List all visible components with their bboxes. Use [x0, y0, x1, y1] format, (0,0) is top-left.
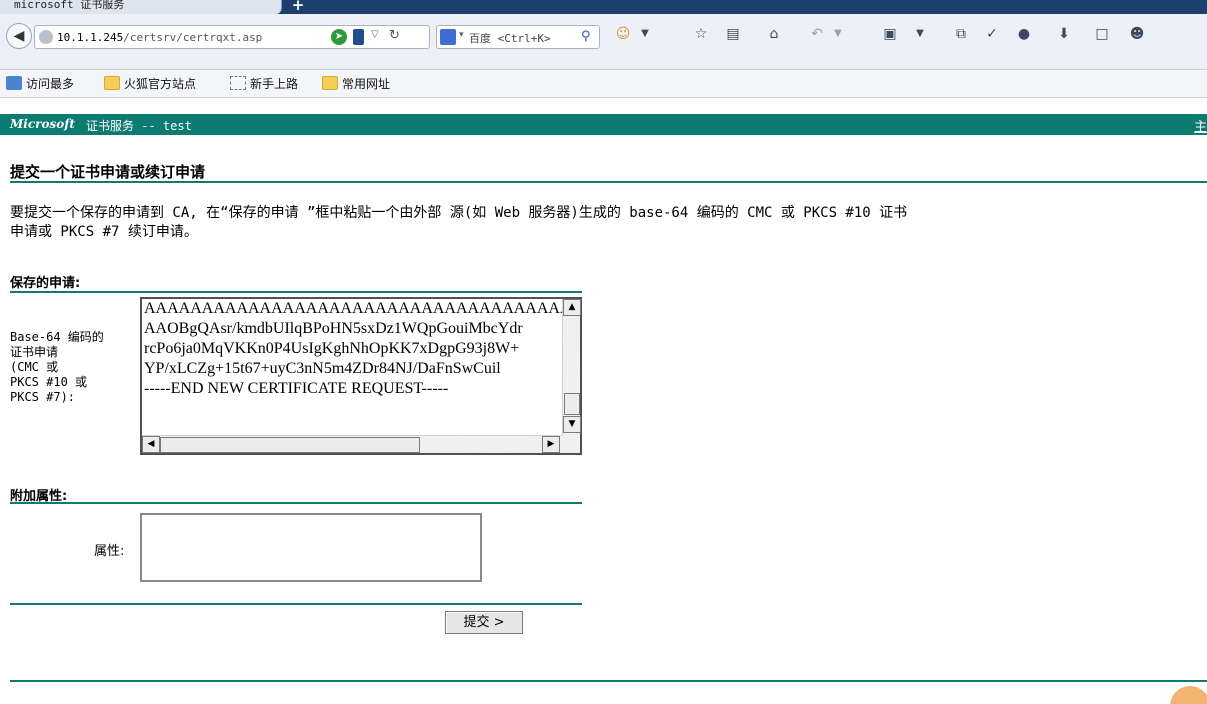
brand-header: Microsoft 证书服务 -- test 主: [0, 114, 1207, 135]
globe-icon: [39, 30, 53, 44]
saved-request-content[interactable]: AAAAAAAAAAAAAAAAAAAAAAAAAAAAAAAAAAAAAAAA…: [144, 299, 562, 435]
star-icon[interactable]: ☆: [692, 25, 710, 43]
crop-dropdown-icon[interactable]: ▼: [911, 25, 929, 43]
search-bar[interactable]: ▾ 百度 <Ctrl+K> ⚲: [436, 25, 600, 49]
attributes-divider: [10, 502, 582, 504]
url-path: /certsrv/certrqxt.asp: [123, 31, 263, 44]
footer-divider: [10, 680, 1207, 682]
undo-icon[interactable]: ↶: [808, 25, 826, 43]
resize-grip-icon[interactable]: [562, 435, 580, 453]
share-icon[interactable]: ⧉: [952, 25, 970, 43]
intro-line-1: 要提交一个保存的申请到 CA, 在“保存的申请 ”框中粘贴一个由外部 源(如 W…: [10, 205, 908, 221]
saved-request-divider: [10, 291, 582, 293]
bookmark-label: 常用网址: [342, 77, 391, 91]
mask-icon[interactable]: ●: [1015, 25, 1033, 43]
request-label: Base-64 编码的 证书申请 (CMC 或 PKCS #10 或 PKCS …: [10, 330, 104, 404]
vertical-scrollbar[interactable]: ▲ ▼: [562, 299, 581, 435]
page-icon[interactable]: [353, 29, 364, 45]
search-engine-dropdown-icon[interactable]: ▾: [459, 30, 464, 40]
page-title: 提交一个证书申请或续订申请: [10, 163, 206, 181]
new-tab-button[interactable]: +: [286, 0, 310, 14]
scroll-left-icon[interactable]: ◀: [142, 436, 160, 453]
bookmark-label: 火狐官方站点: [124, 77, 197, 91]
download-icon[interactable]: ⬇: [1055, 25, 1073, 43]
baidu-icon[interactable]: [440, 29, 456, 45]
go-icon[interactable]: ➤: [331, 29, 347, 45]
bookmark-common-urls[interactable]: 常用网址: [322, 75, 390, 93]
scroll-up-icon[interactable]: ▲: [563, 299, 581, 316]
saved-request-textarea[interactable]: AAAAAAAAAAAAAAAAAAAAAAAAAAAAAAAAAAAAAAAA…: [140, 297, 582, 455]
url-text[interactable]: 10.1.1.245/certsrv/certrqxt.asp: [57, 31, 262, 44]
scroll-down-icon[interactable]: ▼: [563, 416, 581, 433]
horizontal-scroll-thumb[interactable]: [160, 437, 420, 453]
back-arrow-icon: ◀: [13, 28, 25, 44]
bookmark-getting-started[interactable]: 新手上路: [230, 75, 298, 93]
scroll-right-icon[interactable]: ▶: [542, 436, 560, 453]
saved-request-heading: 保存的申请:: [10, 276, 81, 291]
crop-icon[interactable]: ▣: [881, 25, 899, 43]
home-icon[interactable]: ⌂: [765, 25, 783, 43]
brush-icon[interactable]: ✓: [983, 25, 1001, 43]
emoji-icon[interactable]: ☺: [614, 25, 632, 43]
home-link[interactable]: 主: [1194, 116, 1207, 135]
attributes-label: 属性:: [94, 544, 125, 559]
microsoft-logo: Microsoft: [10, 117, 75, 131]
service-name: 证书服务 -- test: [86, 119, 192, 133]
back-button[interactable]: ◀: [6, 23, 32, 49]
search-icon[interactable]: ⚲: [581, 29, 591, 44]
intro-line-2: 申请或 PKCS #7 续订申请。: [10, 224, 198, 240]
vertical-scroll-thumb[interactable]: [564, 393, 580, 415]
reload-icon[interactable]: ↻: [389, 28, 400, 43]
url-dropdown-icon[interactable]: ▽: [371, 29, 379, 40]
folder-icon: [104, 76, 120, 90]
submit-button[interactable]: 提交 >: [445, 611, 523, 634]
bookmark-firefox-site[interactable]: 火狐官方站点: [104, 75, 196, 93]
reading-list-icon[interactable]: ▤: [724, 25, 742, 43]
url-bar[interactable]: 10.1.1.245/certsrv/certrqxt.asp ➤ ▽ ↻: [34, 25, 430, 49]
browser-tab[interactable]: microsoft 证书服务: [0, 0, 282, 14]
attributes-textarea[interactable]: [140, 513, 482, 582]
search-input[interactable]: 百度 <Ctrl+K>: [469, 30, 577, 46]
bookmarks-bar: 访问最多 火狐官方站点 新手上路 常用网址: [0, 70, 1207, 98]
window-icon[interactable]: □: [1093, 25, 1111, 43]
form-divider: [10, 603, 582, 605]
folder-icon: [322, 76, 338, 90]
undo-dropdown-icon[interactable]: ▼: [829, 25, 847, 43]
navigation-bar: ◀ 10.1.1.245/certsrv/certrqxt.asp ➤ ▽ ↻ …: [0, 14, 1207, 70]
corner-logo-icon[interactable]: [1170, 686, 1207, 704]
title-divider: [10, 181, 1207, 183]
dotted-page-icon: [230, 76, 246, 90]
user-icon[interactable]: ☻: [1128, 25, 1146, 43]
bookmark-most-visited[interactable]: 访问最多: [6, 75, 74, 93]
tab-strip: microsoft 证书服务 +: [0, 0, 1207, 14]
bookmark-label: 新手上路: [250, 77, 299, 91]
dropdown-icon[interactable]: ▼: [636, 25, 654, 43]
tab-title: microsoft 证书服务: [14, 0, 125, 11]
search-bookmark-icon: [6, 76, 22, 90]
horizontal-scrollbar[interactable]: ◀ ▶: [142, 435, 562, 453]
url-host: 10.1.1.245: [57, 31, 124, 44]
bookmark-label: 访问最多: [26, 77, 75, 91]
intro-text: 要提交一个保存的申请到 CA, 在“保存的申请 ”框中粘贴一个由外部 源(如 W…: [10, 204, 1207, 242]
